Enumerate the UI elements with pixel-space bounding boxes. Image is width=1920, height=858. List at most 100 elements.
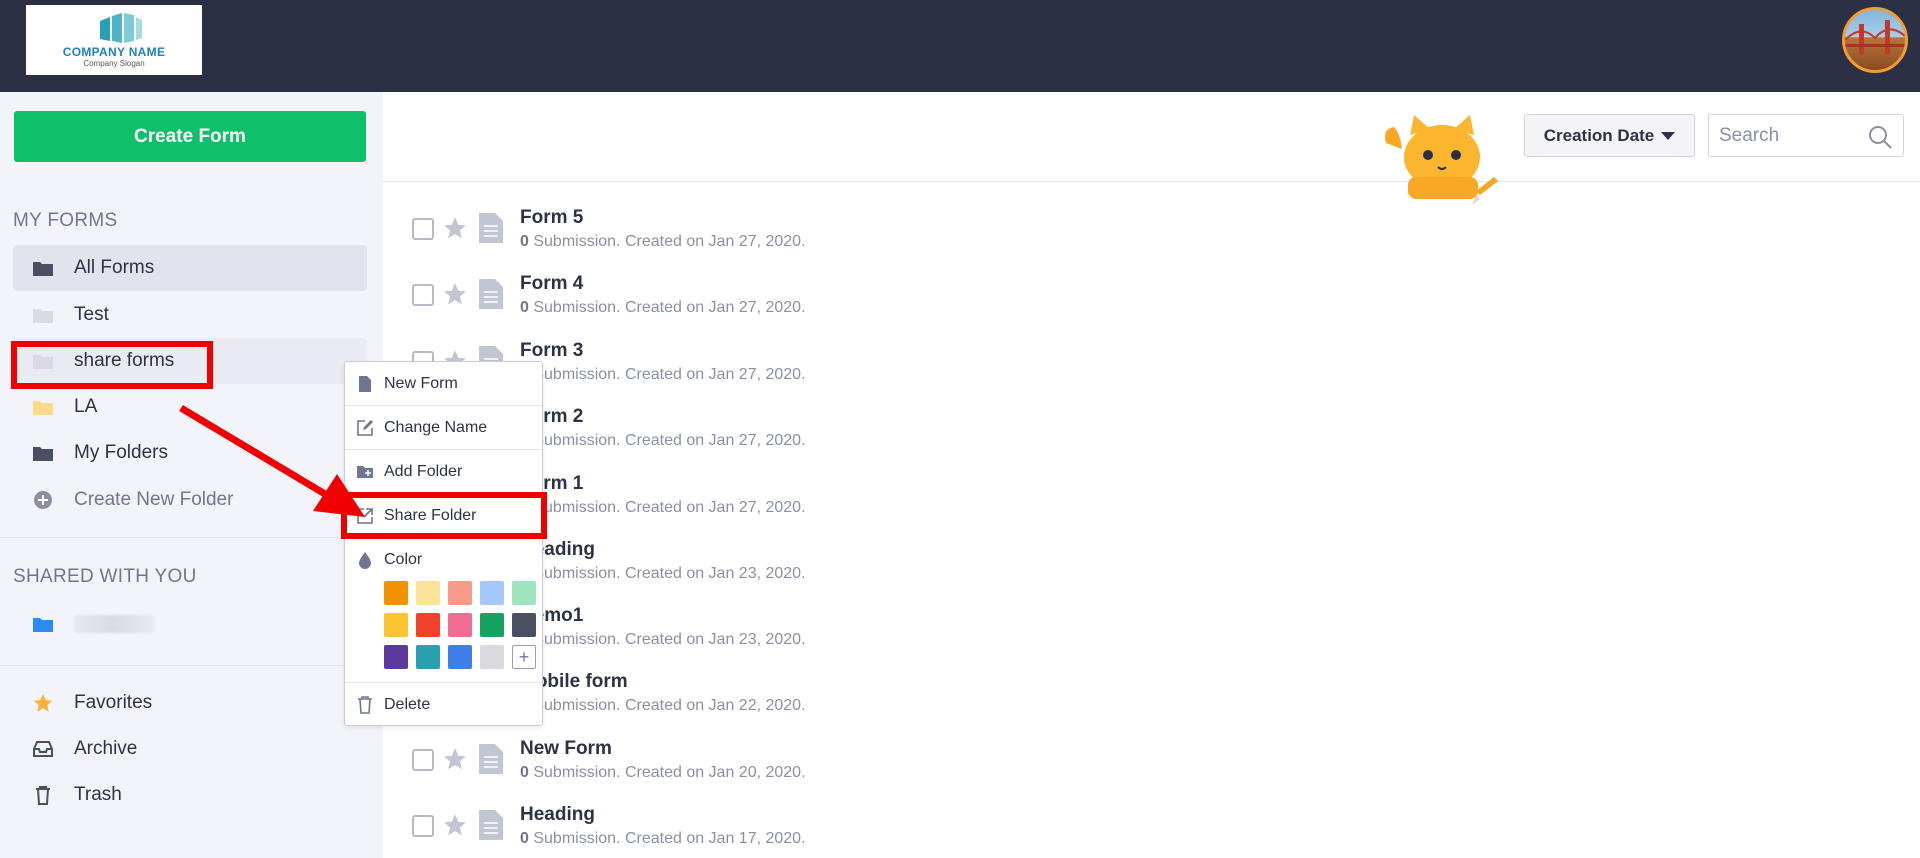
form-created-date: Submission. Created on Jan 20, 2020. [528, 764, 806, 781]
menu-item-label: Change Name [384, 418, 488, 436]
form-created-date: Submission. Created on Jan 27, 2020. [528, 299, 806, 316]
folder-icon [32, 306, 54, 324]
form-row[interactable]: Form 4 0 Submission. Created on Jan 27, … [410, 273, 1310, 339]
sidebar-item-archive[interactable]: Archive [13, 726, 367, 772]
form-document-icon [479, 810, 503, 840]
menu-item-new-form[interactable]: New Form [345, 362, 542, 405]
sidebar-item-trash[interactable]: Trash [13, 772, 367, 818]
form-title[interactable]: Form 5 [520, 207, 583, 229]
color-swatch[interactable] [512, 613, 536, 637]
color-swatch[interactable] [448, 581, 472, 605]
color-swatch[interactable] [416, 645, 440, 669]
form-created-date: Submission. Created on Jan 27, 2020. [528, 233, 806, 250]
color-swatch[interactable] [416, 613, 440, 637]
form-meta: 0 Submission. Created on Jan 23, 2020. [520, 631, 806, 649]
submission-count: 0 [520, 830, 529, 847]
add-color-button[interactable]: + [512, 645, 536, 669]
form-document-icon [479, 279, 503, 309]
star-icon[interactable] [442, 281, 468, 307]
form-meta: 0 Submission. Created on Jan 27, 2020. [520, 299, 806, 317]
form-row[interactable]: Form 5 0 Submission. Created on Jan 27, … [410, 207, 1310, 273]
plus-icon: + [518, 647, 530, 667]
submission-count: 0 [520, 233, 529, 250]
company-slogan: Company Slogan [83, 59, 145, 68]
form-title[interactable]: New Form [520, 738, 612, 760]
form-row[interactable]: Demo1 0 Submission. Created on Jan 23, 2… [410, 605, 1310, 671]
sidebar-item-label: My Folders [74, 442, 168, 463]
trash-icon [356, 695, 374, 714]
form-created-date: Submission. Created on Jan 27, 2020. [528, 432, 806, 449]
plus-circle-icon [32, 491, 54, 509]
form-title[interactable]: Heading [520, 804, 595, 826]
menu-item-delete[interactable]: Delete [345, 683, 542, 726]
sidebar-item-all-forms[interactable]: All Forms [13, 245, 367, 291]
form-row[interactable]: Form 2 0 Submission. Created on Jan 27, … [410, 406, 1310, 472]
menu-item-label: Color [384, 550, 423, 568]
search-box [1708, 114, 1904, 157]
color-swatch[interactable] [384, 645, 408, 669]
submission-count: 0 [520, 299, 529, 316]
menu-item-label: New Form [384, 374, 458, 392]
row-checkbox[interactable] [412, 815, 434, 837]
search-input[interactable] [1709, 115, 1859, 156]
form-row[interactable]: Mobile form 0 Submission. Created on Jan… [410, 671, 1310, 737]
company-logo[interactable]: COMPANY NAME Company Slogan [26, 5, 202, 75]
color-swatch[interactable] [480, 645, 504, 669]
color-swatch[interactable] [384, 581, 408, 605]
user-avatar[interactable] [1842, 7, 1908, 73]
color-swatch[interactable] [416, 581, 440, 605]
menu-item-label: Add Folder [384, 462, 463, 480]
highlight-box-share-forms [11, 341, 213, 389]
trash-icon [32, 786, 54, 805]
form-created-date: Submission. Created on Jan 27, 2020. [528, 366, 806, 383]
star-icon[interactable] [442, 215, 468, 241]
form-row[interactable]: New Form 0 Submission. Created on Jan 20… [410, 738, 1310, 804]
sidebar-divider [0, 665, 383, 666]
form-meta: 0 Submission. Created on Jan 17, 2020. [520, 830, 806, 848]
form-row[interactable]: Form 3 0 Submission. Created on Jan 27, … [410, 340, 1310, 406]
sidebar-item-test[interactable]: Test [13, 292, 367, 338]
row-checkbox[interactable] [412, 749, 434, 771]
color-swatch[interactable] [448, 645, 472, 669]
form-row[interactable]: Heading 0 Submission. Created on Jan 17,… [410, 804, 1310, 858]
color-swatch[interactable] [448, 613, 472, 637]
sidebar-item-label: All Forms [74, 257, 155, 278]
form-created-date: Submission. Created on Jan 17, 2020. [528, 830, 806, 847]
row-checkbox[interactable] [412, 218, 434, 240]
sidebar-item-label: Favorites [74, 692, 153, 713]
sidebar-item-label: Test [74, 304, 109, 325]
menu-item-label: Delete [384, 695, 431, 713]
folder-icon [32, 259, 54, 277]
folder-icon [32, 615, 54, 633]
submission-count: 0 [520, 764, 529, 781]
form-meta: 0 Submission. Created on Jan 27, 2020. [520, 432, 806, 450]
star-icon[interactable] [442, 746, 468, 772]
shared-with-you-heading: SHARED WITH YOU [13, 566, 197, 587]
form-meta: 0 Submission. Created on Jan 27, 2020. [520, 499, 806, 517]
menu-item-color: Color [345, 538, 542, 581]
form-row[interactable]: Heading 0 Submission. Created on Jan 23,… [410, 539, 1310, 605]
inbox-icon [32, 740, 54, 758]
color-swatch[interactable] [384, 613, 408, 637]
color-swatch[interactable] [480, 613, 504, 637]
color-swatch[interactable] [480, 581, 504, 605]
folder-icon [32, 444, 54, 462]
form-meta: 0 Submission. Created on Jan 20, 2020. [520, 764, 806, 782]
sort-creation-date-button[interactable]: Creation Date [1524, 114, 1695, 157]
company-name: COMPANY NAME [62, 45, 166, 59]
form-meta: 0 Submission. Created on Jan 27, 2020. [520, 366, 806, 384]
form-meta: 0 Submission. Created on Jan 22, 2020. [520, 697, 806, 715]
create-form-button[interactable]: Create Form [14, 111, 366, 162]
form-document-icon [479, 744, 503, 774]
sidebar-item-favorites[interactable]: Favorites [13, 680, 367, 726]
top-bar: COMPANY NAME Company Slogan [0, 0, 1920, 92]
form-title[interactable]: Form 4 [520, 273, 583, 295]
color-swatch[interactable] [512, 581, 536, 605]
search-icon[interactable] [1867, 124, 1893, 150]
star-icon[interactable] [442, 812, 468, 838]
form-created-date: Submission. Created on Jan 23, 2020. [528, 631, 806, 648]
sidebar-item-label: LA [74, 396, 98, 417]
row-checkbox[interactable] [412, 284, 434, 306]
sidebar-item-shared-folder[interactable] [13, 601, 367, 647]
form-title[interactable]: Form 3 [520, 340, 583, 362]
